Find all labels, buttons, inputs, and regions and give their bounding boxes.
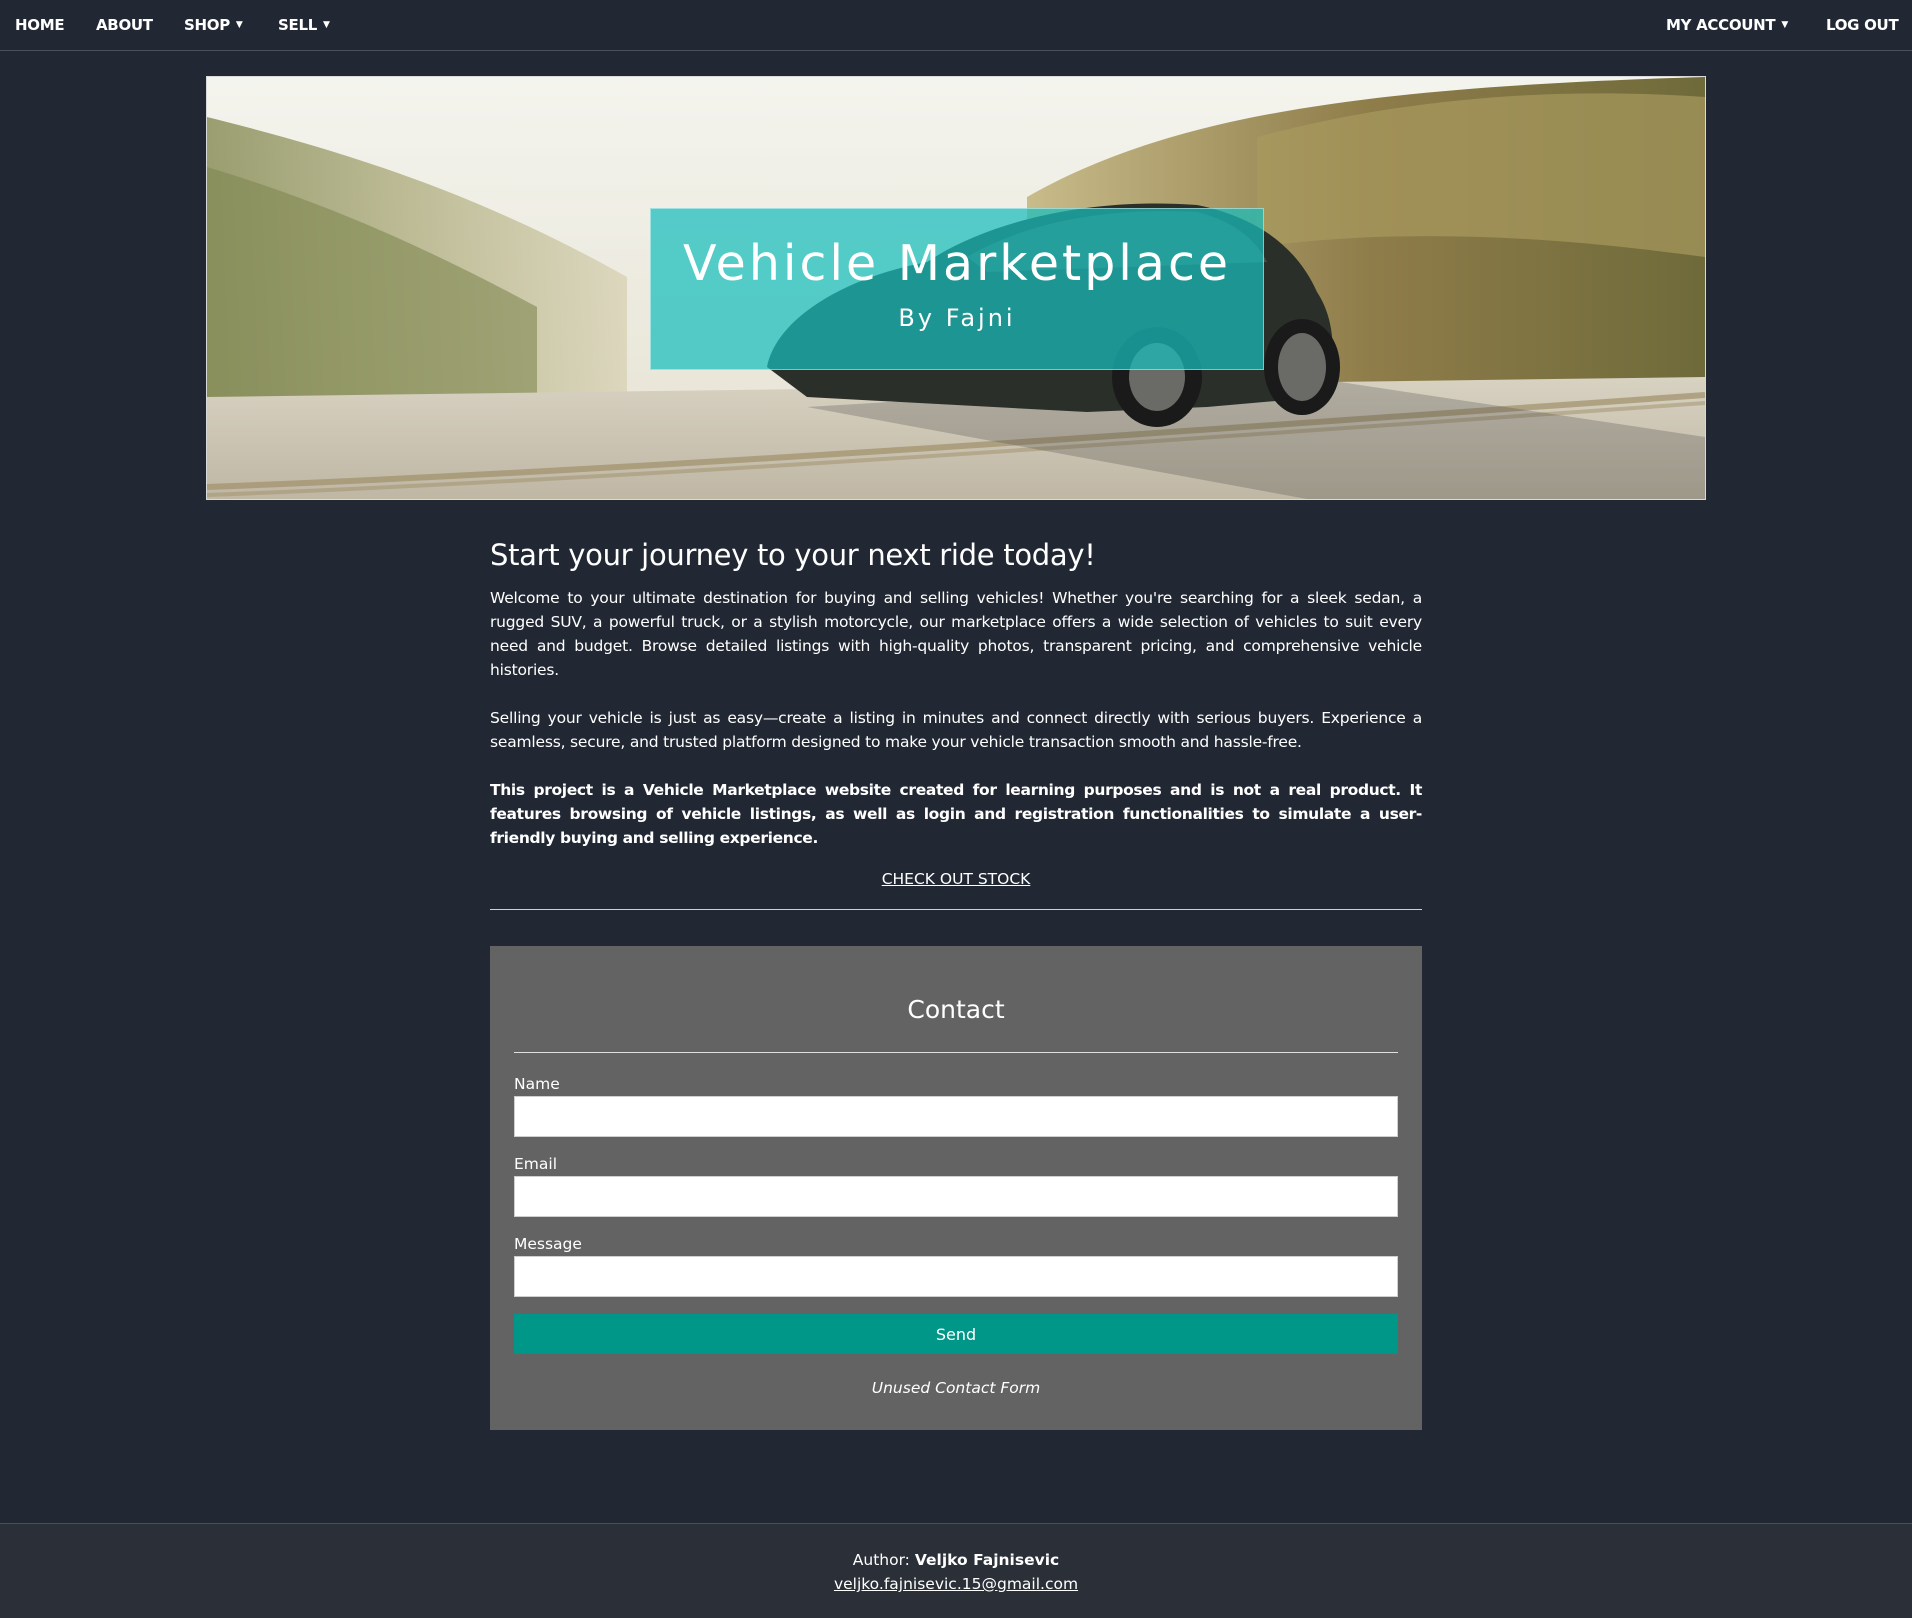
message-input[interactable] (514, 1256, 1398, 1297)
nav-log-out-label: LOG OUT (1826, 16, 1899, 34)
contact-divider (514, 1052, 1398, 1053)
caret-down-icon: ▼ (235, 20, 243, 30)
name-label: Name (514, 1075, 560, 1093)
intro-section: Start your journey to your next ride tod… (490, 538, 1422, 910)
nav-sell-dropdown[interactable]: SELL ▼ (278, 0, 330, 50)
top-navbar: HOME ABOUT SHOP ▼ SELL ▼ MY ACCOUNT ▼ LO… (0, 0, 1912, 51)
hero-title-box: Vehicle Marketplace By Fajni (650, 208, 1264, 370)
nav-sell-label: SELL (278, 16, 317, 34)
contact-title: Contact (907, 995, 1005, 1024)
nav-log-out-link[interactable]: LOG OUT (1826, 0, 1899, 50)
hero-banner: Vehicle Marketplace By Fajni (206, 76, 1706, 500)
page-heading: Start your journey to your next ride tod… (490, 538, 1096, 572)
footer-contact: veljko.fajnisevic.15@gmail.com (0, 1572, 1912, 1596)
disclaimer-paragraph: This project is a Vehicle Marketplace we… (490, 781, 1422, 847)
nav-shop-dropdown[interactable]: SHOP ▼ (184, 0, 243, 50)
nav-home-label: HOME (15, 16, 65, 34)
intro-paragraph-2: Selling your vehicle is just as easy—cre… (490, 709, 1422, 751)
nav-home-link[interactable]: HOME (15, 0, 65, 50)
intro-paragraph-1: Welcome to your ultimate destination for… (490, 589, 1422, 679)
nav-about-label: ABOUT (96, 16, 153, 34)
contact-note: Unused Contact Form (871, 1379, 1041, 1397)
name-input[interactable] (514, 1096, 1398, 1137)
footer: Author: Veljko Fajnisevic veljko.fajnise… (0, 1523, 1912, 1618)
email-label: Email (514, 1155, 558, 1173)
nav-my-account-dropdown[interactable]: MY ACCOUNT ▼ (1666, 0, 1788, 50)
nav-my-account-label: MY ACCOUNT (1666, 16, 1776, 34)
check-out-stock-link[interactable]: CHECK OUT STOCK (490, 870, 1422, 888)
hero-title: Vehicle Marketplace (682, 235, 1232, 292)
hero-subtitle: By Fajni (898, 304, 1016, 332)
section-divider (490, 909, 1422, 910)
send-button[interactable]: Send (514, 1314, 1398, 1354)
caret-down-icon: ▼ (322, 20, 330, 30)
footer-email-link[interactable]: veljko.fajnisevic.15@gmail.com (834, 1575, 1078, 1593)
contact-form: Contact Name Email Message Send Unused C… (490, 946, 1422, 1430)
footer-author-label: Author: (852, 1551, 910, 1569)
nav-about-link[interactable]: ABOUT (96, 0, 153, 50)
message-label: Message (514, 1235, 582, 1253)
caret-down-icon: ▼ (1781, 20, 1788, 30)
email-input[interactable] (514, 1176, 1398, 1217)
footer-author: Author: Veljko Fajnisevic (0, 1548, 1912, 1572)
nav-shop-label: SHOP (184, 16, 230, 34)
footer-author-name: Veljko Fajnisevic (914, 1551, 1060, 1569)
